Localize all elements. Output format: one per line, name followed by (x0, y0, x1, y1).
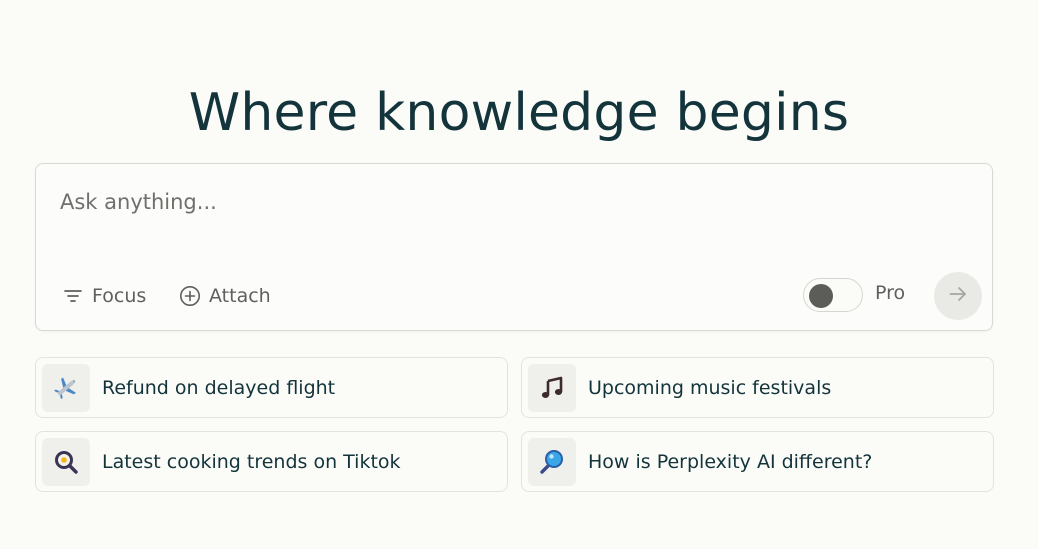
suggestion-label: Upcoming music festivals (588, 376, 832, 399)
suggestion-label: Refund on delayed flight (102, 376, 336, 399)
attach-label: Attach (209, 285, 271, 307)
submit-button[interactable] (934, 272, 982, 320)
plus-circle-icon (179, 285, 201, 307)
filter-icon (62, 285, 84, 307)
music-note-icon (528, 363, 576, 412)
magnifying-glass-icon (528, 437, 576, 486)
airplane-icon (42, 363, 90, 412)
ask-box: Focus Attach Pro (35, 163, 993, 331)
page-title: Where knowledge begins (188, 82, 850, 143)
suggestion-music-festivals[interactable]: Upcoming music festivals (521, 357, 994, 418)
suggestion-refund-flight[interactable]: Refund on delayed flight (35, 357, 508, 418)
suggestion-label: How is Perplexity AI different? (588, 450, 873, 473)
arrow-right-icon (947, 283, 969, 309)
suggestion-perplexity-different[interactable]: How is Perplexity AI different? (521, 431, 994, 492)
pro-toggle[interactable] (803, 278, 863, 312)
search-input[interactable] (60, 190, 960, 214)
suggestion-cooking-trends[interactable]: Latest cooking trends on Tiktok (35, 431, 508, 492)
suggestion-label: Latest cooking trends on Tiktok (102, 450, 401, 473)
focus-button[interactable]: Focus (62, 282, 146, 310)
home-page: Where knowledge begins Focus Att (0, 0, 1038, 549)
pro-label: Pro (875, 282, 906, 304)
frying-pan-egg-icon (42, 437, 90, 486)
pro-toggle-knob (809, 284, 833, 308)
focus-label: Focus (92, 285, 147, 307)
attach-button[interactable]: Attach (179, 282, 271, 310)
